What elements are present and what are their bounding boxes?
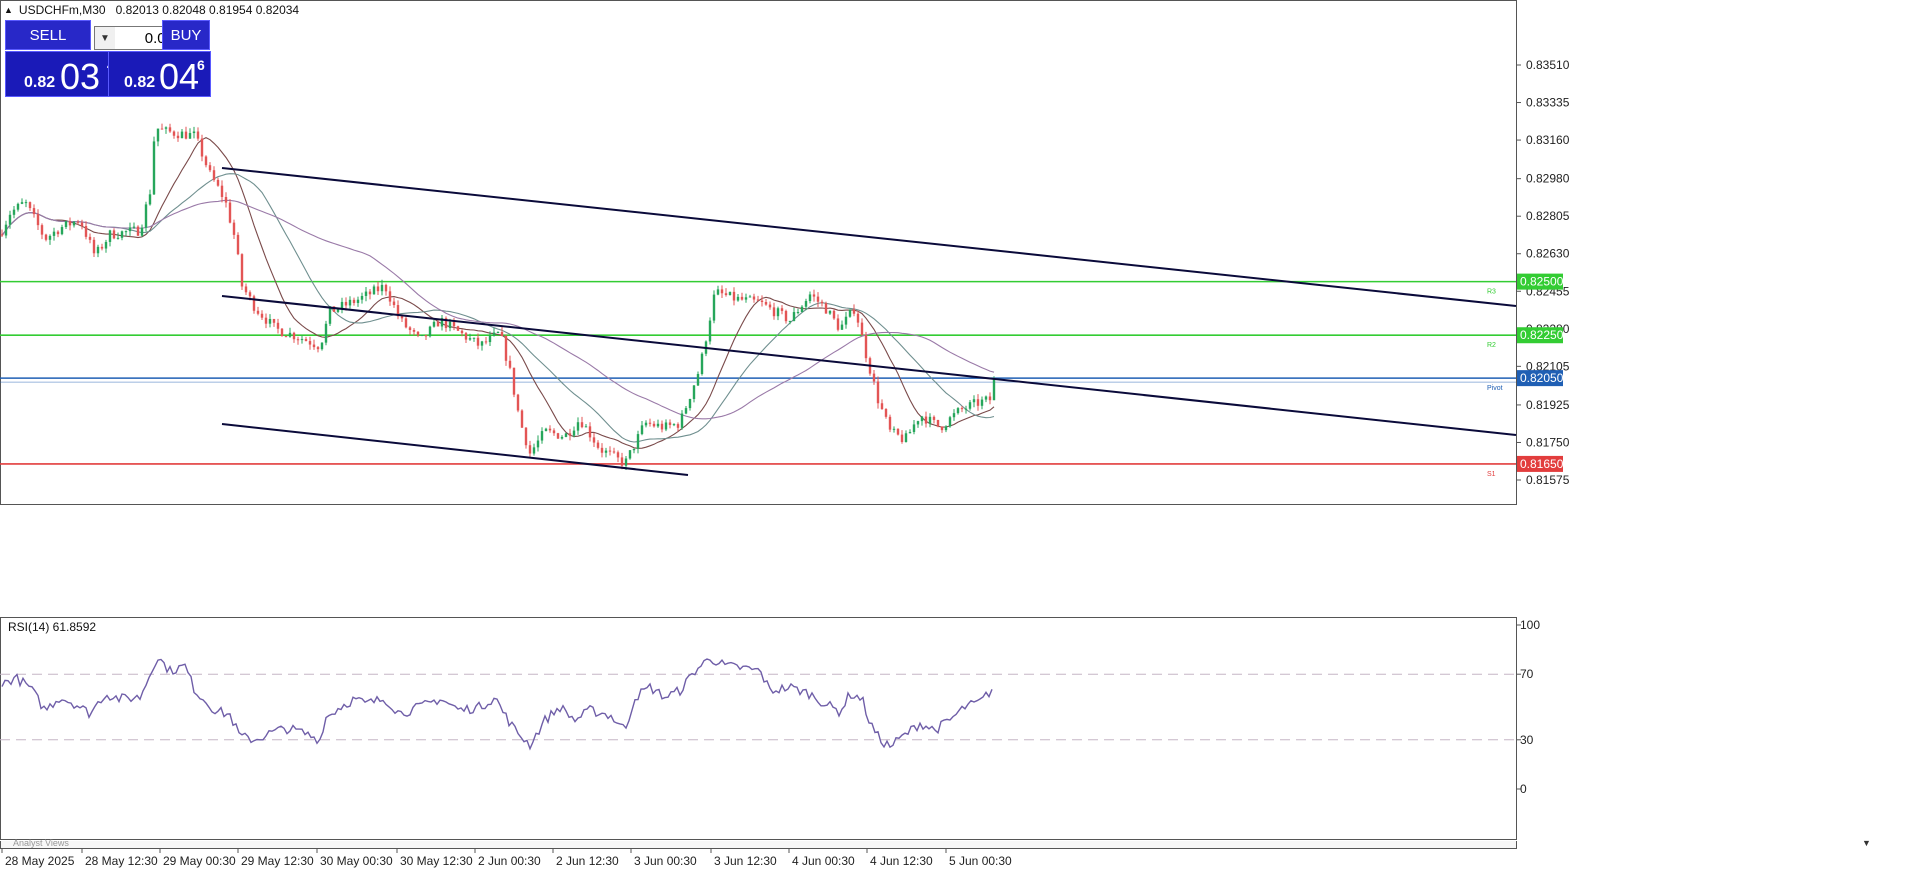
- lot-decrease-icon[interactable]: ▼: [95, 27, 115, 49]
- time-tick-label: 2 Jun 12:30: [556, 854, 619, 868]
- buy-price-prefix: 0.82: [124, 74, 156, 91]
- time-tick-label: 2 Jun 00:30: [478, 854, 541, 868]
- level-r2-price-label: 0.82250: [1520, 328, 1564, 342]
- price-plot-frame: [0, 0, 1517, 505]
- time-tick-label: 30 May 12:30: [400, 854, 473, 868]
- trading-terminal: R3 R2 Pivot S1 0.83510 0.83335 0.83160 0.82980…: [0, 0, 1916, 874]
- price-tick-label: 0.82630: [1526, 247, 1570, 261]
- rsi-tick-label: 30: [1520, 733, 1534, 747]
- price-tick-label: 0.83160: [1526, 133, 1570, 147]
- price-chart-panel[interactable]: R3 R2 Pivot S1 0.83510 0.83335 0.83160 0.82980…: [0, 0, 1916, 505]
- analyst-views-label: Analyst Views: [13, 838, 69, 848]
- time-tick-label: 3 Jun 00:30: [634, 854, 697, 868]
- symbol-label: USDCHFm,M30: [18, 3, 106, 17]
- sell-price-prefix: 0.82: [24, 74, 56, 91]
- rsi-tick-label: 100: [1520, 618, 1540, 632]
- price-tick-label: 0.82980: [1526, 172, 1570, 186]
- ohlc-values: 0.82013 0.82048 0.81954 0.82034: [115, 3, 300, 17]
- level-s1-tag: S1: [1487, 471, 1496, 478]
- price-tick-label: 0.83510: [1526, 58, 1570, 72]
- time-tick-label: 30 May 00:30: [320, 854, 393, 868]
- triangle-up-icon: ▲: [4, 5, 13, 15]
- time-tick-label: 5 Jun 00:30: [949, 854, 1012, 868]
- level-s1-price-label: 0.81650: [1520, 457, 1564, 471]
- rsi-tick-label: 0: [1520, 782, 1527, 796]
- time-tick-label: 29 May 00:30: [163, 854, 236, 868]
- rsi-chart[interactable]: 100 70 30 0: [0, 617, 1916, 841]
- buy-price-display[interactable]: 0.82 04 6: [108, 51, 211, 97]
- time-tick-label: 3 Jun 12:30: [714, 854, 777, 868]
- time-axis: 28 May 2025 28 May 12:30 29 May 00:30 29 Ma…: [1, 849, 1012, 868]
- price-chart[interactable]: R3 R2 Pivot S1 0.83510 0.83335 0.83160 0.82980…: [0, 0, 1916, 505]
- rsi-tick-label: 70: [1520, 667, 1534, 681]
- rsi-panel[interactable]: 100 70 30 0: [0, 617, 1916, 841]
- sell-price-pips: 03: [60, 56, 101, 97]
- rsi-label: RSI(14) 61.8592: [8, 620, 97, 634]
- time-tick-label: 4 Jun 12:30: [870, 854, 933, 868]
- time-tick-label: 28 May 12:30: [85, 854, 158, 868]
- time-tick-label: 29 May 12:30: [241, 854, 314, 868]
- rsi-plot-frame: [0, 617, 1517, 840]
- panel-toggle-icon[interactable]: ▼: [1862, 838, 1871, 848]
- symbol-header: ▲ USDCHFm,M30 0.82013 0.82048 0.81954 0.…: [4, 3, 299, 17]
- level-r3-price-label: 0.82500: [1520, 275, 1564, 289]
- buy-price-fraction: 6: [197, 57, 205, 73]
- price-tick-label: 0.81925: [1526, 398, 1570, 412]
- level-pivot-tag: Pivot: [1487, 385, 1503, 392]
- price-tick-label: 0.83335: [1526, 96, 1570, 110]
- price-tick-label: 0.81575: [1526, 473, 1570, 487]
- time-tick-label: 4 Jun 00:30: [792, 854, 855, 868]
- sell-button[interactable]: SELL: [5, 20, 91, 50]
- level-r3-tag: R3: [1487, 289, 1496, 296]
- price-tick-label: 0.82805: [1526, 209, 1570, 223]
- buy-price-pips: 04: [159, 56, 200, 97]
- analyst-views-strip[interactable]: Analyst Views: [0, 838, 1517, 849]
- buy-button[interactable]: BUY: [162, 20, 210, 50]
- level-pivot-price-label: 0.82050: [1520, 371, 1564, 385]
- price-tick-label: 0.81750: [1526, 435, 1570, 449]
- level-r2-tag: R2: [1487, 342, 1496, 349]
- time-tick-label: 28 May 2025: [5, 854, 75, 868]
